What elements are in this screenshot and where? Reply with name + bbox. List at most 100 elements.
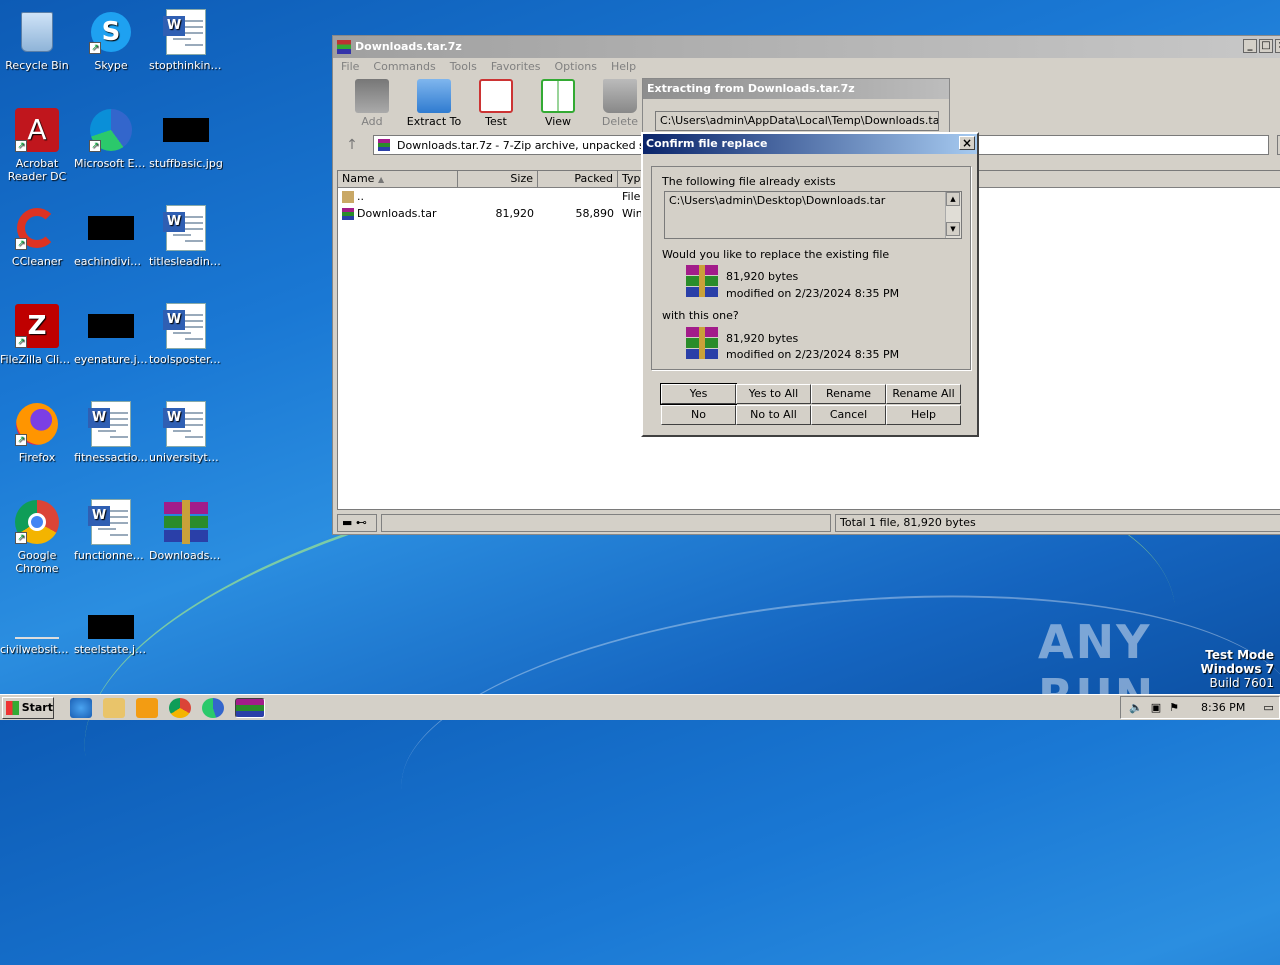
rename-button[interactable]: Rename: [811, 384, 886, 404]
confirm-group-box: The following file already exists C:\Use…: [651, 166, 971, 370]
menu-commands[interactable]: Commands: [373, 58, 435, 76]
desktop-icon-universityto[interactable]: universityto....: [149, 400, 223, 464]
extracting-path: C:\Users\admin\AppData\Local\Temp\Downlo…: [655, 111, 939, 131]
yes-button[interactable]: Yes: [660, 383, 737, 405]
help-button[interactable]: Help: [886, 405, 961, 425]
ccleaner-icon: ↗: [13, 204, 61, 252]
minimize-button[interactable]: _: [1243, 39, 1257, 53]
up-arrow-icon[interactable]: ↑: [339, 137, 365, 153]
desktop-icon-skype[interactable]: S ↗ Skype: [74, 8, 148, 72]
drive-key-icon[interactable]: ▬ ⊷: [337, 514, 377, 532]
column-packed[interactable]: Packed: [538, 171, 618, 187]
column-name[interactable]: Name ▲: [338, 171, 458, 187]
desktop-icon-filezilla[interactable]: Z ↗ FileZilla Client: [0, 302, 74, 366]
test-mode-watermark: Test Mode Windows 7 Build 7601: [1201, 648, 1274, 690]
desktop-icon-label: toolsposter.rtf: [149, 353, 223, 366]
desktop-icon-label: stuffbasic.jpg: [149, 157, 223, 170]
menu-file[interactable]: File: [341, 58, 359, 76]
watermark-line-3: Build 7601: [1209, 676, 1274, 690]
start-label: Start: [21, 701, 53, 714]
winrar-icon: [337, 40, 351, 54]
folder-up-icon: [342, 191, 354, 203]
desktop-icon-stuffbasic[interactable]: stuffbasic.jpg: [149, 106, 223, 170]
menu-bar: File Commands Tools Favorites Options He…: [333, 58, 1280, 76]
menu-help[interactable]: Help: [611, 58, 636, 76]
column-size[interactable]: Size: [458, 171, 538, 187]
status-total: Total 1 file, 81,920 bytes: [835, 514, 1280, 532]
desktop-icon-stopthinking[interactable]: stopthinking....: [149, 8, 223, 72]
menu-favorites[interactable]: Favorites: [491, 58, 541, 76]
dialog-close-button[interactable]: ×: [959, 136, 975, 150]
acrobat-icon: A ↗: [13, 106, 61, 154]
maximize-button[interactable]: □: [1259, 39, 1273, 53]
test-button-label: Test: [485, 115, 507, 128]
image-file-icon: [87, 614, 135, 640]
desktop-icon-chrome[interactable]: ↗ Google Chrome: [0, 498, 74, 575]
rename-all-button[interactable]: Rename All: [886, 384, 961, 404]
desktop-icon-eachindividu[interactable]: eachindividu...: [74, 204, 148, 268]
desktop-icon-eyenature[interactable]: eyenature.jpg: [74, 302, 148, 366]
no-button[interactable]: No: [661, 405, 736, 425]
confirm-dialog-titlebar[interactable]: Confirm file replace ×: [643, 134, 977, 154]
clock[interactable]: 8:36 PM: [1201, 701, 1245, 714]
view-button[interactable]: View: [529, 79, 587, 132]
status-left: [381, 514, 831, 532]
edge-taskbar-icon[interactable]: [202, 697, 224, 718]
menu-options[interactable]: Options: [555, 58, 597, 76]
row-name: Downloads.tar: [357, 207, 437, 220]
winrar-taskbar-button[interactable]: [235, 697, 265, 718]
with-this-label: with this one?: [662, 309, 739, 322]
action-center-flag-icon[interactable]: ⚑: [1169, 701, 1179, 714]
desktop-icon-ccleaner[interactable]: ↗ CCleaner: [0, 204, 74, 268]
menu-tools[interactable]: Tools: [450, 58, 477, 76]
existing-path-text: C:\Users\admin\Desktop\Downloads.tar: [669, 194, 886, 207]
desktop-icon-edge[interactable]: ↗ Microsoft Edge: [74, 106, 148, 170]
desktop-icon-functionnew[interactable]: functionnew...: [74, 498, 148, 562]
scroll-down-icon[interactable]: ▼: [946, 222, 960, 236]
new-file-date: modified on 2/23/2024 8:35 PM: [726, 348, 900, 361]
desktop-icon-toolsposter[interactable]: toolsposter.rtf: [149, 302, 223, 366]
yes-to-all-button[interactable]: Yes to All: [736, 384, 811, 404]
word-document-icon: [162, 302, 210, 350]
cancel-button[interactable]: Cancel: [811, 405, 886, 425]
desktop-icon-firefox[interactable]: ↗ Firefox: [0, 400, 74, 464]
scroll-up-icon[interactable]: ▲: [946, 192, 960, 206]
add-button[interactable]: Add: [343, 79, 401, 132]
test-button[interactable]: Test: [467, 79, 525, 132]
extract-folder-icon: [417, 79, 451, 113]
desktop-icon-recycle-bin[interactable]: Recycle Bin: [0, 8, 74, 72]
watermark-line-1: Test Mode: [1205, 648, 1274, 662]
no-to-all-button[interactable]: No to All: [736, 405, 811, 425]
desktop-icon-acrobat[interactable]: A ↗ Acrobat Reader DC: [0, 106, 74, 183]
folder-icon[interactable]: [103, 697, 125, 718]
dialog-button-grid: Yes Yes to All Rename Rename All No No t…: [660, 383, 961, 425]
row-size: [458, 188, 538, 205]
close-button[interactable]: ×: [1275, 39, 1280, 53]
start-button[interactable]: Start: [2, 696, 54, 719]
delete-button[interactable]: Delete: [591, 79, 649, 132]
desktop-icon-label: fitnessactio...: [74, 451, 148, 464]
window-titlebar[interactable]: Downloads.tar.7z _ □ ×: [333, 36, 1280, 58]
network-icon[interactable]: ▣: [1151, 701, 1161, 714]
existing-path-box[interactable]: C:\Users\admin\Desktop\Downloads.tar ▲ ▼: [664, 191, 962, 239]
add-button-label: Add: [361, 115, 383, 128]
extracting-dialog-title: Extracting from Downloads.tar.7z: [643, 79, 949, 99]
volume-icon[interactable]: 🔈: [1129, 701, 1143, 714]
chrome-taskbar-icon[interactable]: [169, 697, 191, 718]
media-player-icon[interactable]: [136, 697, 158, 718]
desktop-icon-titlesleading[interactable]: titlesleading....: [149, 204, 223, 268]
watermark-line-2: Windows 7: [1200, 662, 1274, 676]
extract-to-button[interactable]: Extract To: [405, 79, 463, 132]
chrome-icon: ↗: [13, 498, 61, 546]
show-desktop-icon[interactable]: ▭: [1263, 701, 1273, 714]
desktop-icon-fitnessactio[interactable]: fitnessactio...: [74, 400, 148, 464]
test-checklist-icon: [479, 79, 513, 113]
column-type[interactable]: Typ: [618, 171, 642, 187]
desktop-icon-steelstate[interactable]: steelstate.jpg: [74, 614, 148, 656]
desktop-icon-downloads-tar[interactable]: Downloads.tar: [149, 498, 223, 562]
internet-explorer-icon[interactable]: [70, 697, 92, 718]
sort-ascending-icon: ▲: [377, 175, 385, 184]
path-scrollbar[interactable]: ▲ ▼: [945, 192, 961, 238]
desktop-icon-label: titlesleading....: [149, 255, 223, 268]
desktop-icon-civilwebsite[interactable]: civilwebsite....: [0, 614, 74, 656]
